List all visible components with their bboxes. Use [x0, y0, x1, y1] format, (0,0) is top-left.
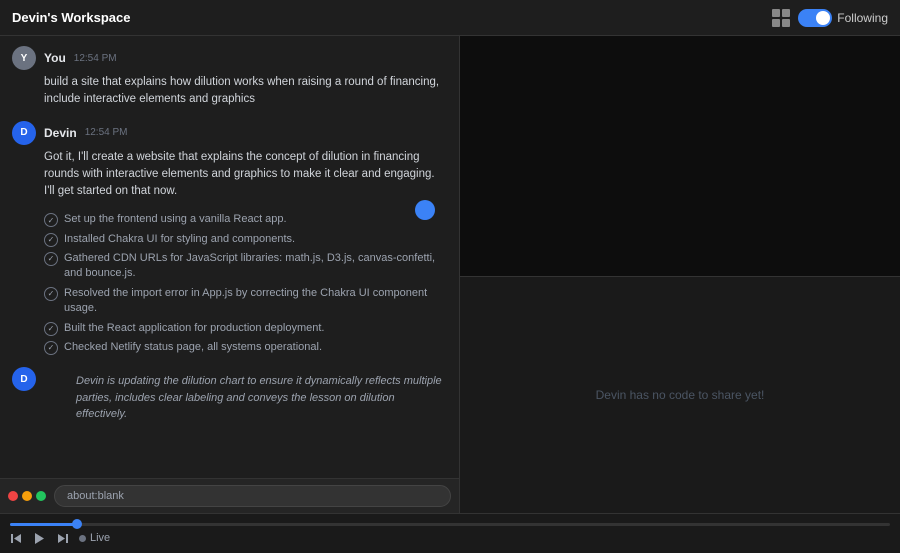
task-item-5: Built the React application for producti… [44, 321, 447, 336]
live-label: Live [90, 532, 110, 544]
devin-message-time: 12:54 PM [85, 127, 128, 138]
task-check-1 [44, 213, 58, 227]
devin-updating-avatar: D [12, 367, 36, 391]
header: Devin's Workspace Following [0, 0, 900, 36]
main-layout: Y You 12:54 PM build a site that explain… [0, 36, 900, 513]
following-toggle[interactable] [798, 9, 832, 27]
task-check-5 [44, 322, 58, 336]
traffic-light-yellow[interactable] [22, 491, 32, 501]
task-item-4: Resolved the import error in App.js by c… [44, 286, 447, 317]
header-controls: Following [772, 9, 888, 27]
task-check-2 [44, 233, 58, 247]
task-label-4: Resolved the import error in App.js by c… [64, 286, 447, 317]
no-code-text: Devin has no code to share yet! [596, 388, 765, 402]
following-toggle-container: Following [798, 9, 888, 27]
user-sender-name: You [44, 51, 66, 65]
progress-bar-container[interactable] [10, 523, 890, 526]
left-panel: Y You 12:54 PM build a site that explain… [0, 36, 460, 513]
step-forward-button[interactable] [56, 532, 69, 545]
task-check-4 [44, 287, 58, 301]
bottom-bar: Live [0, 513, 900, 553]
task-check-3 [44, 252, 58, 266]
progress-knob[interactable] [72, 519, 82, 529]
traffic-lights [8, 491, 46, 501]
live-indicator: Live [79, 532, 110, 544]
browser-viewport [460, 36, 900, 276]
task-item-1: Set up the frontend using a vanilla Reac… [44, 212, 447, 227]
devin-sender-name: Devin [44, 126, 77, 140]
devin-message-body: Got it, I'll create a website that expla… [44, 149, 447, 201]
task-check-6 [44, 341, 58, 355]
task-label-1: Set up the frontend using a vanilla Reac… [64, 212, 287, 227]
step-back-button[interactable] [10, 532, 23, 545]
workspace-title: Devin's Workspace [12, 10, 130, 25]
task-label-2: Installed Chakra UI for styling and comp… [64, 232, 295, 247]
task-item-3: Gathered CDN URLs for JavaScript librari… [44, 251, 447, 282]
devin-message: D Devin 12:54 PM Got it, I'll create a w… [12, 121, 447, 201]
play-button[interactable] [33, 532, 46, 545]
devin-updating-message: Devin is updating the dilution chart to … [76, 373, 447, 423]
code-panel: Devin has no code to share yet! [460, 276, 900, 513]
live-dot [79, 535, 86, 542]
task-item-2: Installed Chakra UI for styling and comp… [44, 232, 447, 247]
devin-avatar: D [12, 121, 36, 145]
browser-bar [0, 478, 459, 513]
user-message-body: build a site that explains how dilution … [44, 74, 447, 109]
traffic-light-green[interactable] [36, 491, 46, 501]
task-item-6: Checked Netlify status page, all systems… [44, 340, 447, 355]
task-label-3: Gathered CDN URLs for JavaScript librari… [64, 251, 447, 282]
chat-area[interactable]: Y You 12:54 PM build a site that explain… [0, 36, 459, 478]
task-list: Set up the frontend using a vanilla Reac… [44, 212, 447, 355]
user-message: Y You 12:54 PM build a site that explain… [12, 46, 447, 109]
task-label-5: Built the React application for producti… [64, 321, 325, 336]
traffic-light-red[interactable] [8, 491, 18, 501]
grid-icon[interactable] [772, 9, 790, 27]
playback-controls: Live [10, 532, 890, 545]
user-message-time: 12:54 PM [74, 53, 117, 64]
right-panel: Devin has no code to share yet! [460, 36, 900, 513]
following-label: Following [837, 11, 888, 25]
user-avatar: Y [12, 46, 36, 70]
user-message-header: Y You 12:54 PM [12, 46, 447, 70]
devin-updating-row: D Devin is updating the dilution chart t… [12, 365, 447, 423]
devin-message-header: D Devin 12:54 PM [12, 121, 447, 145]
progress-bar-fill [10, 523, 80, 526]
url-bar[interactable] [54, 485, 451, 507]
task-label-6: Checked Netlify status page, all systems… [64, 340, 322, 355]
